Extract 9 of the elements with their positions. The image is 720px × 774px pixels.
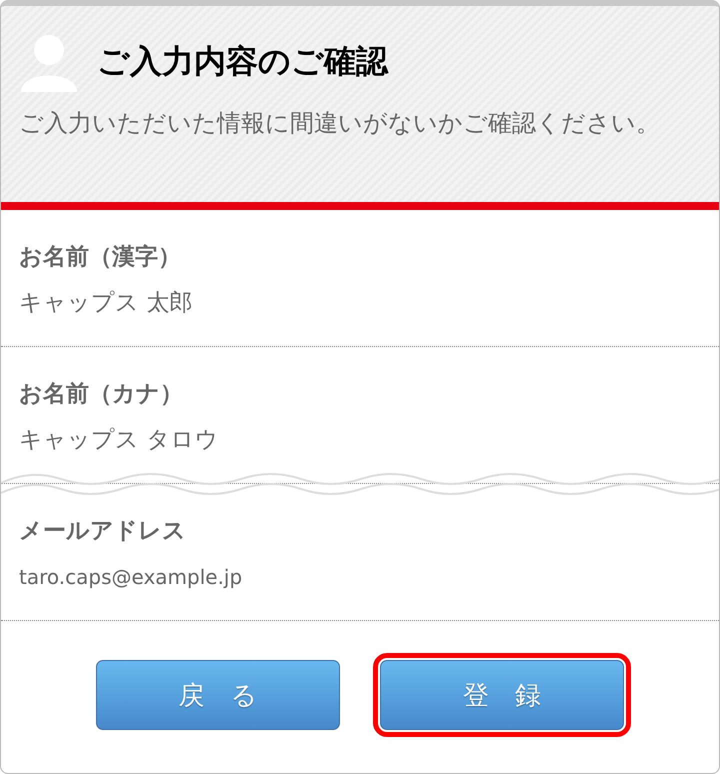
- field-value: キャップス 太郎: [19, 289, 194, 318]
- field-label: メールアドレス: [19, 517, 187, 546]
- back-button[interactable]: 戻 る: [96, 660, 340, 730]
- page-title: ご入力内容のご確認: [97, 41, 388, 82]
- field-label: お名前（カナ）: [19, 380, 184, 409]
- description-text: ご入力いただいた情報に間違いがないかご確認ください。: [19, 108, 661, 139]
- field-value: taro.caps@example.jp: [19, 564, 244, 591]
- field-value: キャップス タロウ: [19, 426, 220, 455]
- field-label: お名前（漢字）: [19, 243, 182, 272]
